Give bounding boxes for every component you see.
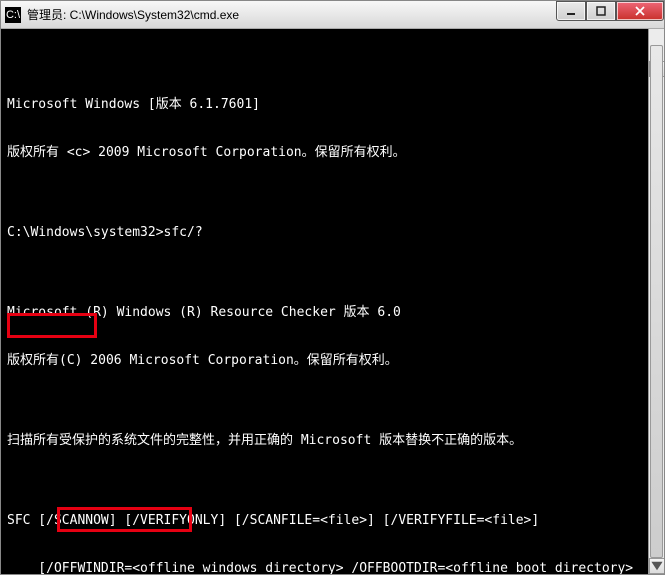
scrollbar-track[interactable] [649, 45, 664, 558]
terminal-line: C:\Windows\system32>sfc/? [7, 225, 647, 241]
terminal[interactable]: Microsoft Windows [版本 6.1.7601] 版权所有 <c>… [1, 29, 664, 574]
window-title: 管理员: C:\Windows\System32\cmd.exe [27, 6, 239, 23]
terminal-line: 版权所有(C) 2006 Microsoft Corporation。保留所有权… [7, 353, 647, 369]
terminal-line: [/OFFWINDIR=<offline windows directory> … [7, 561, 647, 574]
terminal-content: Microsoft Windows [版本 6.1.7601] 版权所有 <c>… [7, 65, 647, 574]
cmd-icon: C:\ [5, 7, 21, 23]
close-button[interactable] [616, 1, 664, 21]
window-controls [556, 1, 664, 21]
minimize-icon [566, 6, 576, 16]
terminal-line: 版权所有 <c> 2009 Microsoft Corporation。保留所有… [7, 145, 647, 161]
minimize-button[interactable] [556, 1, 586, 21]
maximize-button[interactable] [586, 1, 616, 21]
close-icon [635, 6, 645, 16]
maximize-icon [596, 6, 606, 16]
terminal-line: SFC [/SCANNOW] [/VERIFYONLY] [/SCANFILE=… [7, 513, 647, 529]
terminal-line: 扫描所有受保护的系统文件的完整性，并用正确的 Microsoft 版本替换不正确… [7, 433, 647, 449]
scrollbar-thumb[interactable] [650, 45, 663, 558]
terminal-line: Microsoft Windows [版本 6.1.7601] [7, 97, 647, 113]
scroll-down-button[interactable] [649, 558, 664, 574]
scrollbar[interactable] [648, 29, 664, 574]
chevron-down-icon [650, 559, 664, 573]
titlebar[interactable]: C:\ 管理员: C:\Windows\System32\cmd.exe [1, 1, 664, 29]
terminal-line: Microsoft (R) Windows (R) Resource Check… [7, 305, 647, 321]
